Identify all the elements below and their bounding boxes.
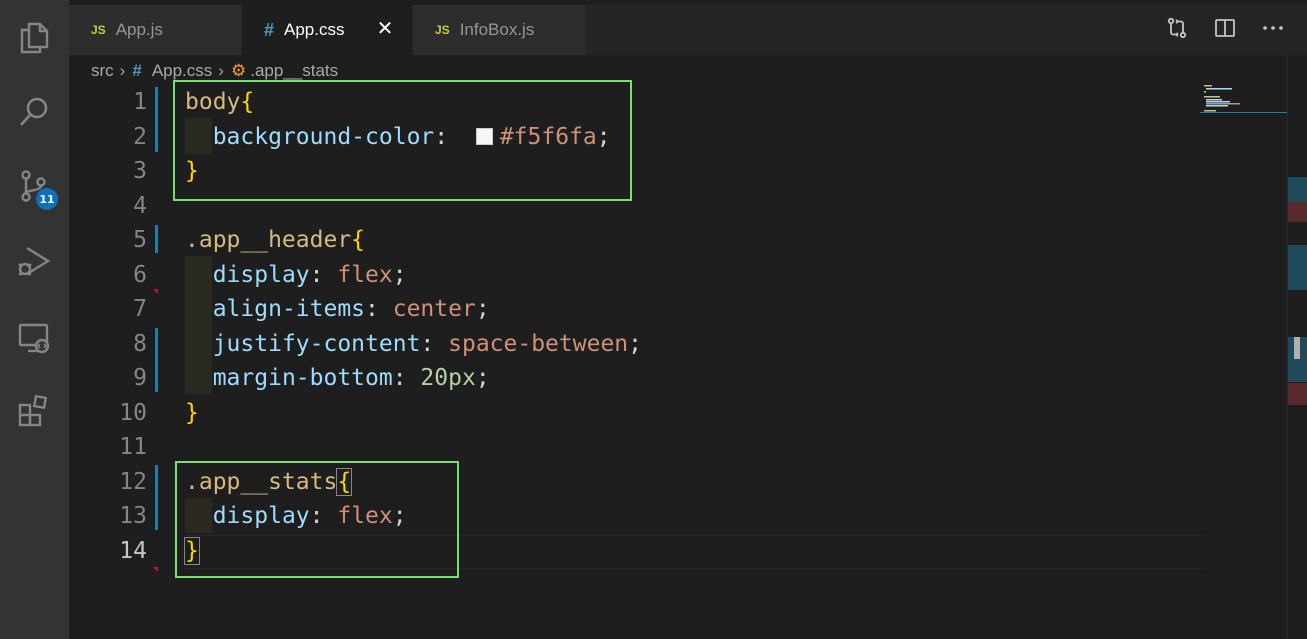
code-line: 7 align-items: center; — [69, 292, 1287, 327]
explorer-icon[interactable] — [14, 18, 54, 58]
chevron-right-icon: › — [218, 61, 224, 80]
editor-actions — [1143, 14, 1287, 42]
breadcrumb: src › # App.css › ⚙ .app__stats — [91, 61, 338, 81]
css-selector: .app__header — [185, 227, 352, 253]
line-number: 2 — [133, 123, 147, 150]
vertical-scrollbar[interactable] — [1287, 55, 1307, 639]
activity-bar: 11 — [0, 0, 69, 639]
code-line: 8 justify-content: space-between; — [69, 327, 1287, 362]
code-editor[interactable]: 1 body{ 2 background-color: #f5f6fa; 3 }… — [69, 80, 1287, 639]
breadcrumb-symbol[interactable]: .app__stats — [250, 61, 338, 81]
tab-label: App.css — [284, 20, 345, 39]
breadcrumb-folder[interactable]: src — [91, 61, 114, 81]
css-property: margin-bottom — [212, 365, 393, 391]
line-number: 10 — [119, 399, 147, 426]
css-property: display — [212, 261, 310, 288]
breadcrumb-file[interactable]: App.css — [152, 61, 212, 81]
line-number: 13 — [119, 503, 147, 529]
split-editor-icon[interactable] — [1211, 14, 1239, 42]
tab-label: App.js — [115, 20, 163, 39]
close-icon[interactable]: ✕ — [374, 18, 396, 40]
line-number: 7 — [133, 296, 147, 322]
line-number: 4 — [133, 192, 147, 219]
open-changes-icon[interactable] — [1163, 14, 1191, 42]
code-line: 11 — [69, 430, 1287, 465]
line-number: 8 — [133, 330, 147, 357]
line-number: 12 — [119, 468, 147, 495]
css-file-icon: # — [264, 19, 275, 40]
highlight-box-stats-rule — [175, 461, 459, 578]
tab-app-css[interactable]: # App.css ✕ — [242, 5, 412, 55]
line-number: 5 — [133, 227, 147, 253]
minimap[interactable] — [1200, 85, 1288, 115]
chevron-right-icon: › — [119, 61, 126, 80]
line-number: 14 — [119, 537, 147, 564]
line-number: 1 — [133, 89, 147, 115]
css-file-icon: # — [132, 61, 142, 80]
line-number: 11 — [119, 434, 147, 460]
code-line: 5 .app__header{ — [69, 223, 1287, 258]
js-file-icon: JS — [91, 23, 106, 37]
code-line: 10 } — [69, 396, 1287, 431]
source-control-badge: 11 — [36, 188, 58, 210]
tab-label: InfoBox.js — [459, 20, 535, 39]
css-value: flex — [337, 261, 393, 288]
css-value: center — [392, 296, 476, 322]
remote-explorer-icon[interactable] — [14, 318, 54, 358]
line-number: 3 — [133, 158, 147, 184]
symbol-class-icon: ⚙ — [230, 61, 247, 80]
code-line: 9 margin-bottom: 20px; — [69, 361, 1287, 396]
tab-bar: JS App.js # App.css ✕ JS InfoBox.js — [69, 0, 1307, 55]
highlight-box-body-rule — [173, 80, 632, 201]
tab-app-js[interactable]: JS App.js — [69, 5, 241, 55]
code-line: 6 display: flex; — [69, 258, 1287, 293]
more-actions-icon[interactable] — [1259, 14, 1287, 42]
line-number: 6 — [133, 261, 147, 288]
css-property: align-items — [212, 296, 366, 322]
css-value: space-between — [448, 330, 629, 357]
css-property: justify-content — [212, 330, 421, 357]
line-number: 9 — [133, 365, 147, 391]
js-file-icon: JS — [435, 23, 450, 37]
extensions-icon[interactable] — [14, 392, 54, 432]
tab-infobox-js[interactable]: JS InfoBox.js — [413, 5, 585, 55]
css-value: 20px — [420, 365, 476, 391]
search-icon[interactable] — [14, 92, 54, 132]
run-debug-icon[interactable] — [14, 241, 54, 281]
